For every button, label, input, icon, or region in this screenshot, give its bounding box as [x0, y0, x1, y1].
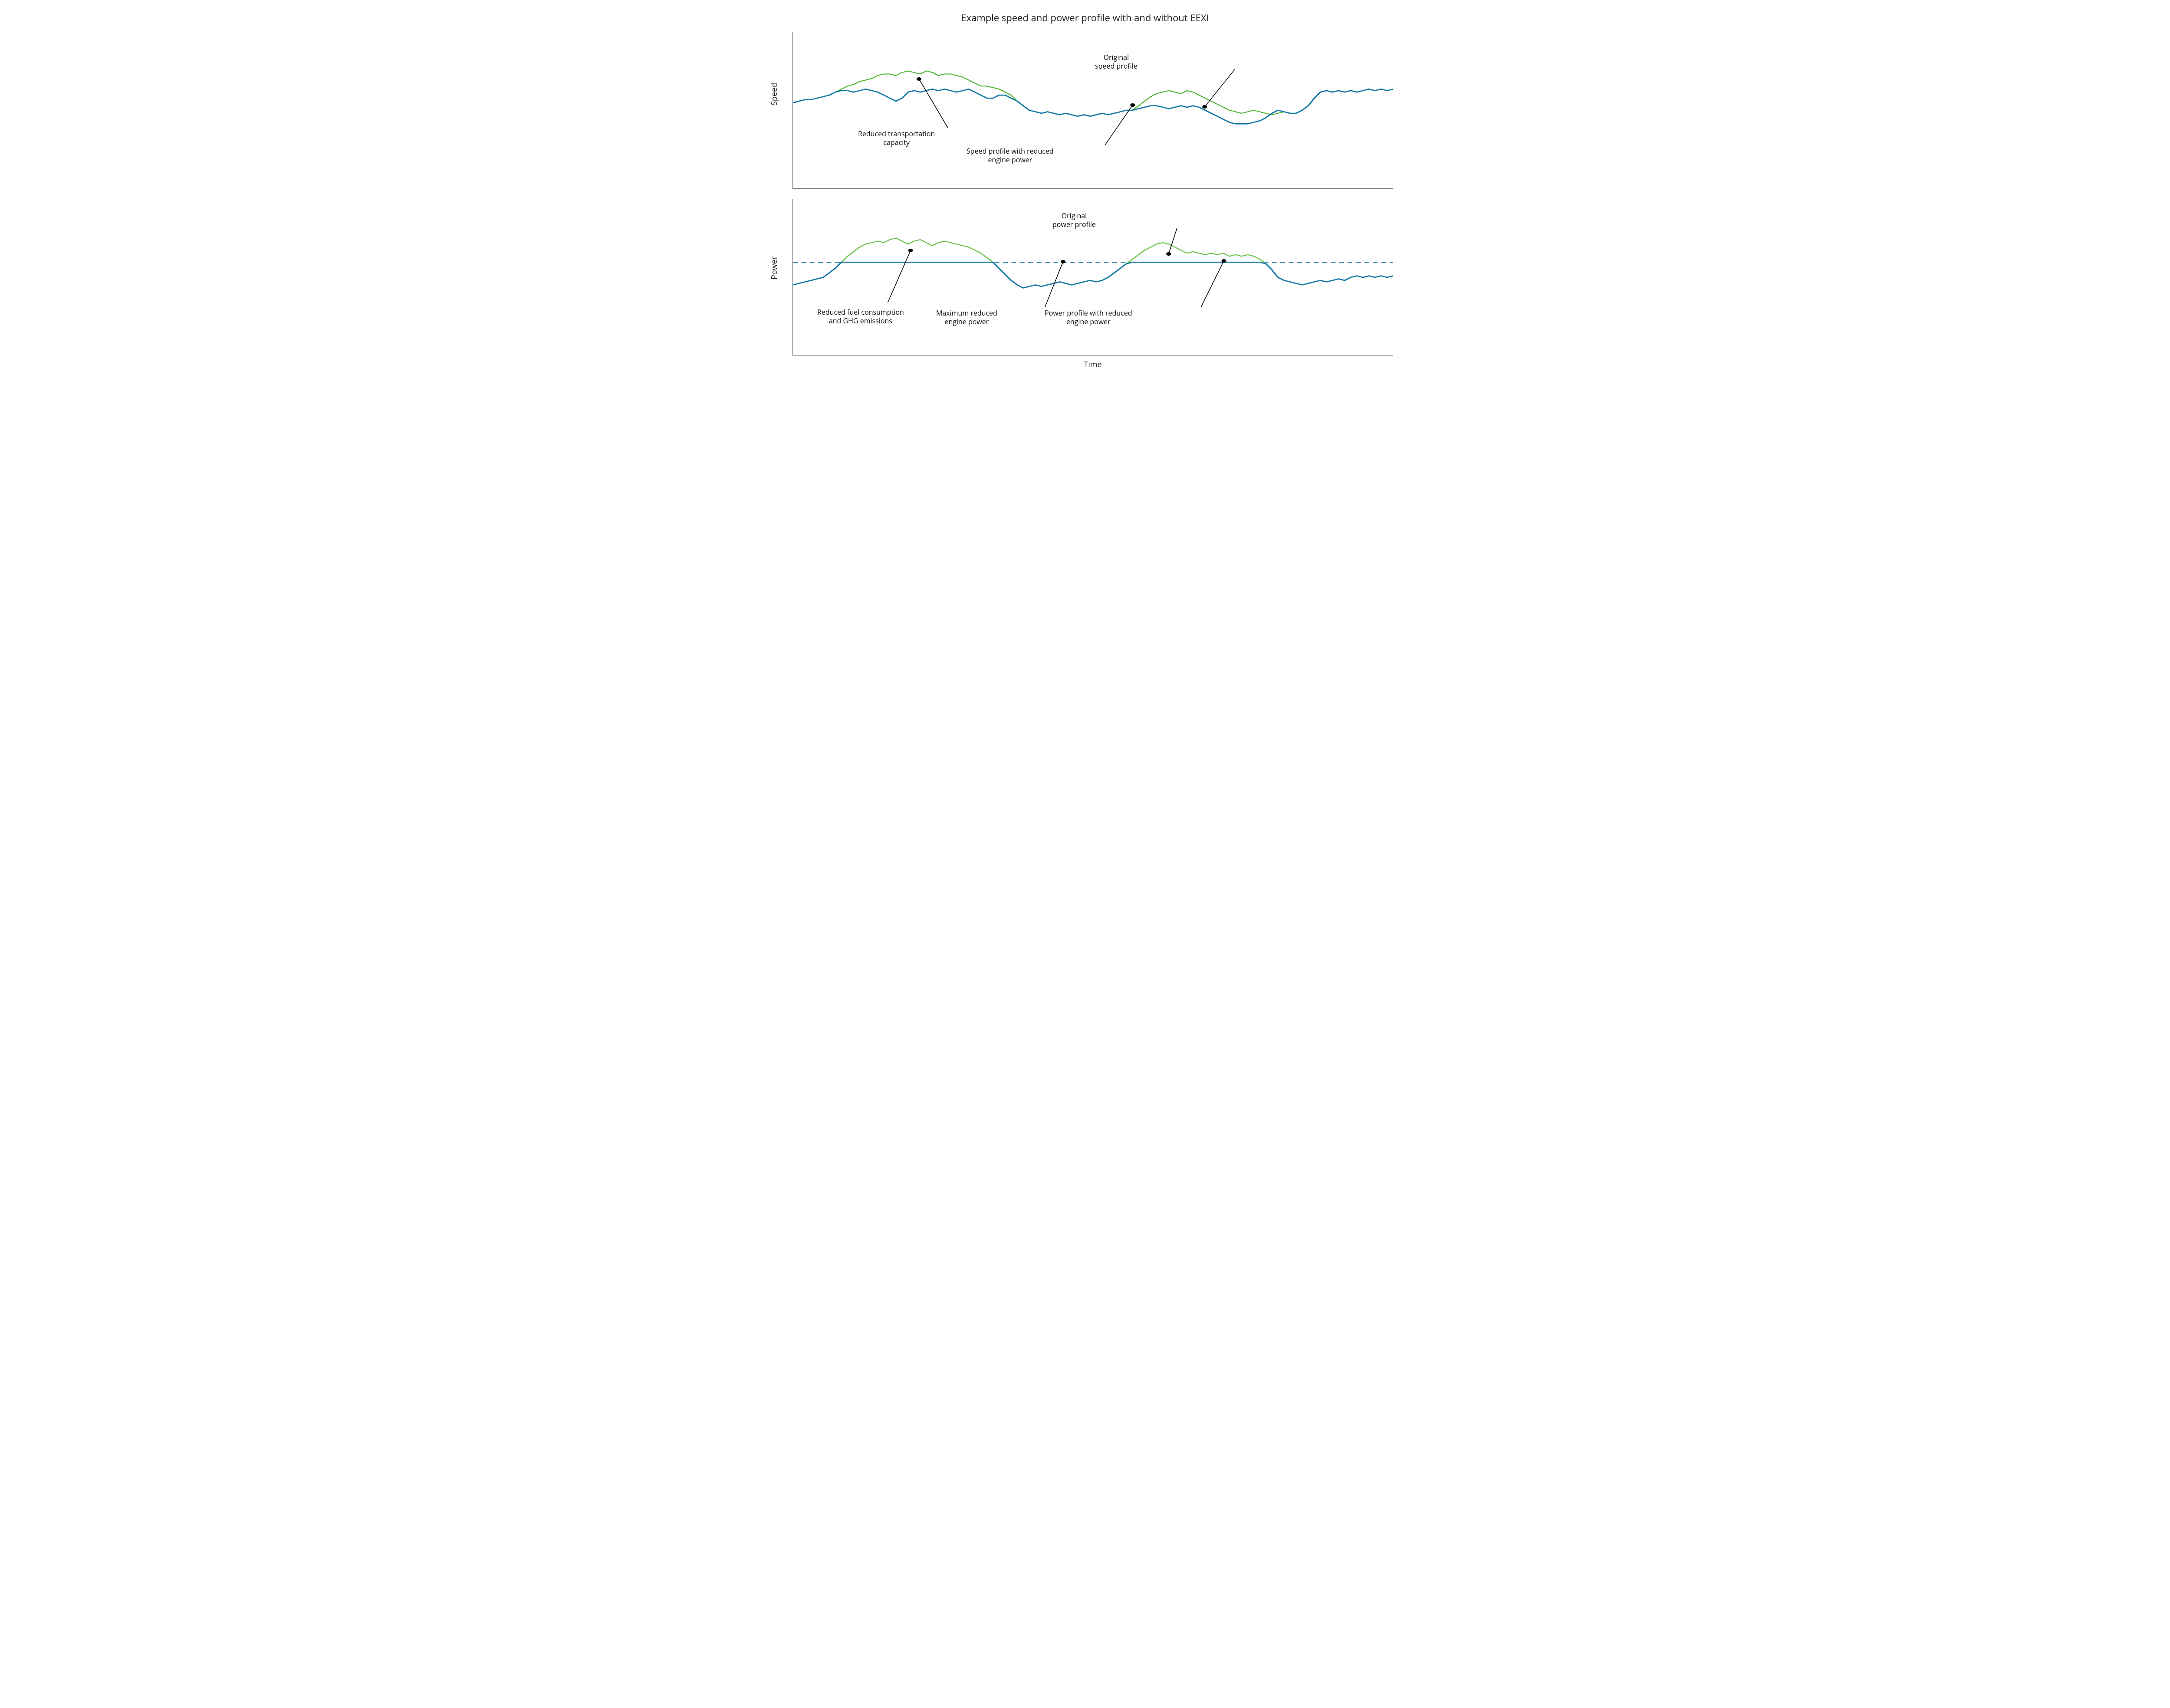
speed-panel: Speed Reduced transportationcapacity — [777, 32, 1393, 189]
power-reduced-line — [793, 262, 1393, 288]
time-xlabel: Time — [792, 359, 1393, 370]
speed-ylabel: Speed — [769, 82, 779, 105]
speed-reduced-line — [793, 89, 1393, 124]
power-ylabel: Power — [769, 256, 779, 279]
power-panel: Power Reduced fue — [777, 199, 1393, 370]
power-original-line — [793, 238, 1393, 288]
chart-title: Example speed and power profile with and… — [777, 11, 1393, 24]
